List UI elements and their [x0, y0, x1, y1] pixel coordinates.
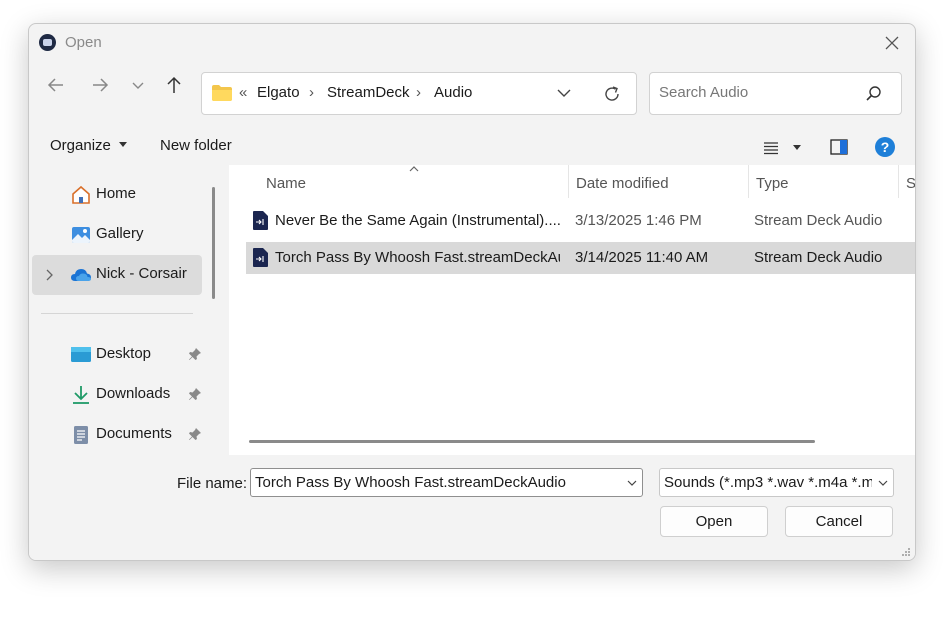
file-date-modified: 3/14/2025 11:40 AM — [575, 249, 709, 266]
sidebar-item-label: Nick - Corsair — [96, 265, 187, 282]
file-row[interactable]: Never Be the Same Again (Instrumental)..… — [246, 205, 915, 237]
title-bar: Open — [29, 24, 915, 62]
breadcrumb-streamdeck[interactable]: StreamDeck — [327, 84, 410, 101]
column-divider[interactable] — [898, 165, 899, 198]
search-box[interactable] — [649, 72, 902, 115]
sidebar-item-downloads[interactable]: Downloads — [32, 375, 202, 415]
file-name: Never Be the Same Again (Instrumental)..… — [275, 212, 560, 229]
open-file-dialog: Open « Elgato › StreamDeck › Audio Orga — [28, 23, 916, 561]
sidebar-item-label: Home — [96, 185, 137, 202]
sidebar-item-label: Gallery — [96, 225, 144, 242]
file-row[interactable]: Torch Pass By Whoosh Fast.streamDeckAu..… — [246, 242, 915, 274]
cancel-button[interactable]: Cancel — [785, 506, 893, 537]
preview-pane-icon[interactable] — [830, 139, 848, 155]
pin-icon[interactable] — [188, 387, 202, 401]
gallery-icon — [72, 227, 90, 243]
close-icon — [885, 36, 899, 50]
stream-deck-audio-file-icon — [253, 211, 268, 230]
breadcrumb-audio[interactable]: Audio — [434, 84, 472, 101]
navigation-pane: Home Gallery Nick - Corsair Desktop Down… — [29, 165, 219, 455]
file-type: Stream Deck Audio — [754, 249, 883, 266]
column-header-date-modified[interactable]: Date modified — [576, 175, 669, 192]
column-divider[interactable] — [568, 165, 569, 198]
search-input[interactable] — [659, 84, 859, 101]
sidebar-item-label: Desktop — [96, 345, 152, 362]
refresh-icon[interactable] — [602, 84, 622, 104]
file-type-filter-select[interactable]: Sounds (*.mp3 *.wav *.m4a *.m4 — [659, 468, 894, 497]
file-name-combobox[interactable] — [250, 468, 643, 497]
back-arrow-icon[interactable] — [43, 72, 69, 98]
breadcrumb-overflow-icon[interactable]: « — [239, 84, 247, 101]
sidebar-item-documents[interactable]: Documents — [32, 415, 202, 455]
dialog-title: Open — [65, 34, 102, 51]
organize-menu-button[interactable]: Organize — [50, 137, 128, 154]
recent-locations-chevron-icon[interactable] — [125, 72, 151, 98]
column-header-size[interactable]: S — [906, 175, 915, 192]
sidebar-divider — [41, 313, 193, 314]
column-header-type[interactable]: Type — [756, 175, 789, 192]
sidebar-item-home[interactable]: Home — [32, 175, 202, 215]
forward-arrow-icon[interactable] — [87, 72, 113, 98]
cloud-icon — [71, 269, 91, 281]
document-icon — [74, 426, 88, 444]
close-button[interactable] — [877, 29, 907, 57]
command-bar: Organize New folder ? — [29, 127, 915, 165]
sidebar-item-nick-corsair[interactable]: Nick - Corsair — [32, 255, 202, 295]
pin-icon[interactable] — [188, 427, 202, 441]
file-date-modified: 3/13/2025 1:46 PM — [575, 212, 702, 229]
download-icon — [73, 386, 89, 404]
sidebar-item-desktop[interactable]: Desktop — [32, 335, 202, 375]
file-list: Name Date modified Type S Never Be the S… — [229, 165, 915, 455]
open-button[interactable]: Open — [660, 506, 768, 537]
sidebar-item-gallery[interactable]: Gallery — [32, 215, 202, 255]
expand-chevron-icon[interactable] — [45, 269, 53, 281]
column-divider[interactable] — [748, 165, 749, 198]
file-name-input[interactable] — [255, 474, 615, 491]
stream-deck-audio-file-icon — [253, 248, 268, 267]
sort-ascending-caret-icon — [409, 166, 419, 172]
navigation-bar: « Elgato › StreamDeck › Audio — [29, 62, 915, 124]
breadcrumb-separator-icon[interactable]: › — [416, 84, 421, 101]
address-dropdown-chevron-icon[interactable] — [557, 88, 571, 98]
file-name-dropdown-chevron-icon[interactable] — [627, 480, 637, 486]
organize-dropdown-icon — [119, 142, 128, 147]
view-details-icon[interactable] — [763, 141, 779, 155]
file-name: Torch Pass By Whoosh Fast.streamDeckAu..… — [275, 249, 560, 266]
app-icon — [39, 34, 56, 51]
up-arrow-icon[interactable] — [161, 72, 187, 98]
breadcrumb-elgato[interactable]: Elgato — [257, 84, 300, 101]
search-icon[interactable] — [865, 85, 883, 103]
folder-icon — [212, 85, 232, 101]
file-type-filter-value: Sounds (*.mp3 *.wav *.m4a *.m4 — [664, 474, 872, 491]
help-icon[interactable]: ? — [875, 137, 895, 157]
new-folder-button[interactable]: New folder — [160, 137, 232, 154]
column-header-name[interactable]: Name — [266, 175, 306, 192]
breadcrumb-separator-icon[interactable]: › — [309, 84, 314, 101]
desktop-icon — [71, 347, 91, 362]
dialog-footer: File name: Sounds (*.mp3 *.wav *.m4a *.m… — [29, 455, 915, 560]
resize-grip-icon[interactable] — [901, 547, 911, 557]
home-icon — [72, 185, 90, 204]
address-bar[interactable]: « Elgato › StreamDeck › Audio — [201, 72, 637, 115]
file-name-label: File name: — [177, 475, 248, 492]
filter-dropdown-chevron-icon — [878, 480, 888, 486]
view-options-dropdown-icon[interactable] — [793, 145, 801, 150]
horizontal-scrollbar[interactable] — [249, 440, 815, 443]
pin-icon[interactable] — [188, 347, 202, 361]
organize-label: Organize — [50, 137, 111, 154]
file-type: Stream Deck Audio — [754, 212, 883, 229]
sidebar-item-label: Documents — [96, 425, 172, 442]
sidebar-scrollbar[interactable] — [212, 187, 215, 299]
sidebar-item-label: Downloads — [96, 385, 171, 402]
